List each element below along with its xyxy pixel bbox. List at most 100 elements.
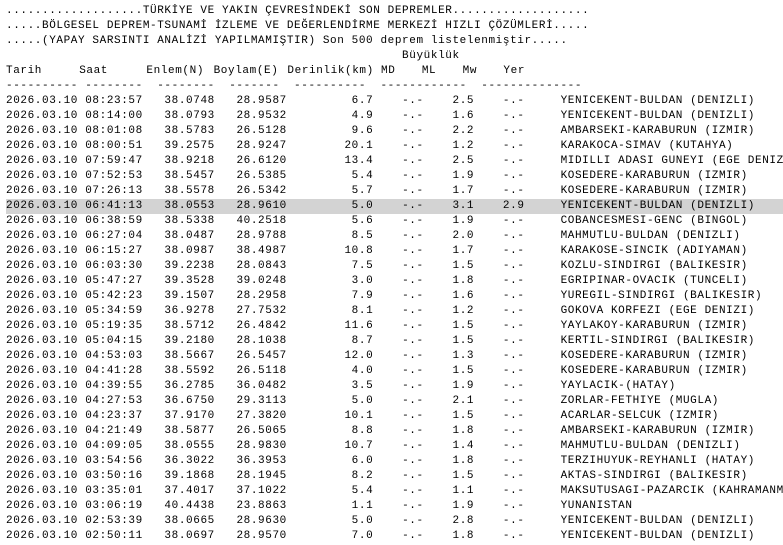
table-row: 2026.03.10 08:14:00 38.0793 28.9532 4.9 …: [6, 109, 783, 124]
cell-place: TERZIHUYUK-REYHANLI (HATAY): [560, 455, 755, 467]
cell-place: KOZLU-SINDIRGI (BALIKESIR): [560, 260, 748, 272]
table-row: 2026.03.10 08:23:57 38.0748 28.9587 6.7 …: [6, 94, 783, 109]
cell-latitude: 36.6750: [150, 395, 215, 407]
cell-place: GOKOVA KORFEZI (EGE DENIZI): [560, 305, 755, 317]
cell-ml: 1.5: [430, 410, 475, 422]
cell-depth: 5.0: [294, 395, 374, 407]
cell-mw: -.-: [481, 215, 525, 227]
cell-mw: -.-: [481, 290, 525, 302]
cell-longitude: 27.3820: [222, 410, 287, 422]
cell-latitude: 37.9170: [150, 410, 215, 422]
cell-ml: 3.1: [430, 200, 475, 212]
table-row: 2026.03.10 06:41:13 38.0553 28.9610 5.0 …: [6, 199, 783, 214]
cell-mw: 2.9: [481, 200, 525, 212]
cell-mw: -.-: [481, 125, 525, 137]
cell-time: 04:27:53: [85, 395, 143, 407]
cell-date: 2026.03.10: [6, 200, 79, 212]
earthquake-listing: ...................TÜRKİYE VE YAKIN ÇEVR…: [0, 0, 783, 544]
cell-latitude: 39.2575: [150, 140, 215, 152]
col-tarih: Tarih: [6, 65, 43, 77]
table-row: 2026.03.10 05:19:35 38.5712 26.4842 11.6…: [6, 319, 783, 334]
cell-longitude: 36.3953: [222, 455, 287, 467]
cell-latitude: 39.1507: [150, 290, 215, 302]
cell-latitude: 39.2180: [150, 335, 215, 347]
title-line-2: .....BÖLGESEL DEPREM-TSUNAMİ İZLEME VE D…: [6, 20, 590, 32]
cell-md: -.-: [380, 305, 424, 317]
cell-ml: 1.8: [430, 530, 475, 542]
cell-longitude: 26.5342: [222, 185, 287, 197]
cell-date: 2026.03.10: [6, 320, 79, 332]
cell-latitude: 38.0553: [150, 200, 215, 212]
cell-depth: 8.2: [294, 470, 374, 482]
cell-latitude: 38.0487: [150, 230, 215, 242]
table-row: 2026.03.10 03:06:19 40.4438 23.8863 1.1 …: [6, 499, 783, 514]
cell-mw: -.-: [481, 350, 525, 362]
col-yer: Yer: [503, 65, 526, 77]
cell-depth: 8.1: [294, 305, 374, 317]
cell-place: YUREGIL-SINDIRGI (BALIKESIR): [560, 290, 763, 302]
cell-depth: 4.0: [294, 365, 374, 377]
cell-mw: -.-: [481, 245, 525, 257]
cell-mw: -.-: [481, 305, 525, 317]
cell-longitude: 38.4987: [222, 245, 287, 257]
cell-mw: -.-: [481, 230, 525, 242]
table-row: 2026.03.10 07:59:47 38.9218 26.6120 13.4…: [6, 154, 783, 169]
cell-md: -.-: [380, 365, 424, 377]
cell-mw: -.-: [481, 485, 525, 497]
cell-longitude: 28.9570: [222, 530, 287, 542]
cell-time: 08:01:08: [85, 125, 143, 137]
cell-depth: 7.5: [294, 260, 374, 272]
cell-longitude: 28.9587: [222, 95, 287, 107]
cell-ml: 1.5: [430, 320, 475, 332]
cell-mw: -.-: [481, 320, 525, 332]
cell-longitude: 26.5065: [222, 425, 287, 437]
cell-date: 2026.03.10: [6, 365, 79, 377]
cell-longitude: 28.2958: [222, 290, 287, 302]
cell-place: KOSEDERE-KARABURUN (IZMIR): [560, 365, 748, 377]
cell-date: 2026.03.10: [6, 95, 79, 107]
cell-date: 2026.03.10: [6, 485, 79, 497]
cell-place: MIDILLI ADASI GUNEYI (EGE DENIZI): [560, 155, 783, 167]
cell-mw: -.-: [481, 365, 525, 377]
cell-time: 08:00:51: [85, 140, 143, 152]
cell-md: -.-: [380, 170, 424, 182]
cell-time: 06:15:27: [85, 245, 143, 257]
table-row: 2026.03.10 04:53:03 38.5667 26.5457 12.0…: [6, 349, 783, 364]
cell-md: -.-: [380, 125, 424, 137]
cell-ml: 2.2: [430, 125, 475, 137]
table-row: 2026.03.10 05:47:27 39.3528 39.0248 3.0 …: [6, 274, 783, 289]
cell-latitude: 37.4017: [150, 485, 215, 497]
cell-longitude: 37.1022: [222, 485, 287, 497]
cell-md: -.-: [380, 455, 424, 467]
cell-place: KARAKOCA-SIMAV (KUTAHYA): [560, 140, 734, 152]
cell-date: 2026.03.10: [6, 410, 79, 422]
cell-mw: -.-: [481, 335, 525, 347]
cell-place: MAHMUTLU-BULDAN (DENIZLI): [560, 440, 741, 452]
cell-mw: -.-: [481, 185, 525, 197]
cell-latitude: 38.5457: [150, 170, 215, 182]
cell-place: KERTIL-SINDIRGI (BALIKESIR): [560, 335, 755, 347]
table-row: 2026.03.10 06:15:27 38.0987 38.4987 10.8…: [6, 244, 783, 259]
cell-md: -.-: [380, 380, 424, 392]
cell-ml: 2.0: [430, 230, 475, 242]
table-row: 2026.03.10 03:50:16 39.1868 28.1945 8.2 …: [6, 469, 783, 484]
cell-longitude: 26.4842: [222, 320, 287, 332]
cell-longitude: 28.9610: [222, 200, 287, 212]
cell-place: ZORLAR-FETHIYE (MUGLA): [560, 395, 719, 407]
table-row: 2026.03.10 04:23:37 37.9170 27.3820 10.1…: [6, 409, 783, 424]
cell-depth: 9.6: [294, 125, 374, 137]
cell-place: AKTAS-SINDIRGI (BALIKESIR): [560, 470, 748, 482]
table-row: 2026.03.10 05:42:23 39.1507 28.2958 7.9 …: [6, 289, 783, 304]
cell-ml: 1.5: [430, 335, 475, 347]
cell-date: 2026.03.10: [6, 440, 79, 452]
cell-depth: 10.8: [294, 245, 374, 257]
cell-mw: -.-: [481, 260, 525, 272]
cell-date: 2026.03.10: [6, 125, 79, 137]
cell-md: -.-: [380, 155, 424, 167]
cell-latitude: 38.0793: [150, 110, 215, 122]
cell-date: 2026.03.10: [6, 110, 79, 122]
title-line-3: .....(YAPAY SARSINTI ANALİZİ YAPILMAMIŞT…: [6, 35, 568, 47]
cell-ml: 1.9: [430, 380, 475, 392]
cell-place: YENICEKENT-BULDAN (DENIZLI): [560, 530, 755, 542]
cell-md: -.-: [380, 230, 424, 242]
